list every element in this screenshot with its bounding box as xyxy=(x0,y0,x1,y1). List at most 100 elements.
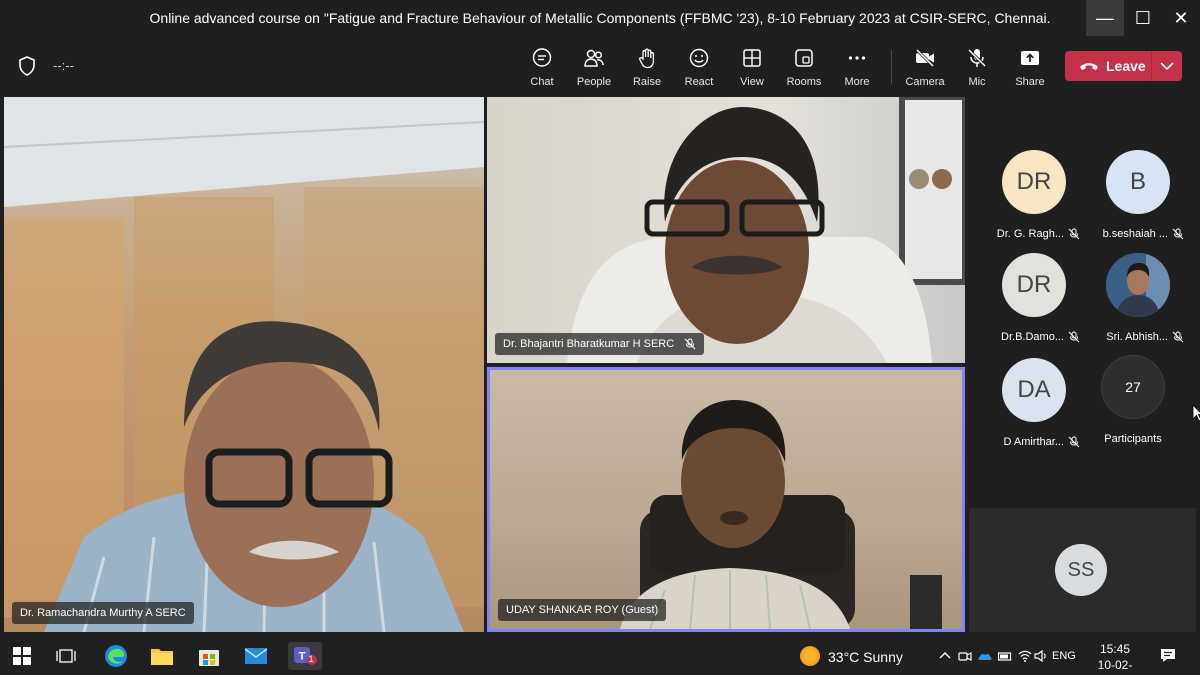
sun-icon[interactable] xyxy=(800,646,820,666)
mic-off-icon xyxy=(1068,436,1080,448)
store-icon xyxy=(199,650,219,666)
battery-icon[interactable] xyxy=(998,649,1012,663)
participant-name-tag: Dr. Bhajantri Bharatkumar H SERC xyxy=(495,333,705,355)
participant-item[interactable]: DA D Amirthar... xyxy=(974,358,1084,458)
camera-button[interactable]: Camera xyxy=(899,44,951,90)
avatar: DR xyxy=(1002,150,1066,214)
meeting-timer: --:-- xyxy=(53,58,74,73)
minimize-button[interactable]: — xyxy=(1086,0,1124,36)
participant-name: Sri. Abhish... xyxy=(1106,331,1168,343)
react-icon xyxy=(689,48,709,68)
video-feed-3 xyxy=(620,400,942,629)
video-feed-2 xyxy=(567,97,965,363)
folder-icon xyxy=(151,649,173,665)
view-button[interactable]: View xyxy=(726,44,778,90)
edge-taskbar-button[interactable] xyxy=(102,642,130,670)
task-view-button[interactable] xyxy=(52,642,80,670)
mic-off-icon xyxy=(1172,331,1184,343)
react-button[interactable]: React xyxy=(673,44,725,90)
teams-taskbar-button[interactable]: T 1 xyxy=(288,642,322,670)
camera-label: Camera xyxy=(905,76,945,88)
hang-up-icon xyxy=(1080,63,1098,70)
leave-button[interactable]: Leave xyxy=(1065,51,1182,81)
language-indicator[interactable]: ENG xyxy=(1052,650,1076,662)
leave-divider xyxy=(1151,51,1152,81)
avatar: DA xyxy=(1002,358,1066,422)
rooms-button[interactable]: Rooms xyxy=(778,44,830,90)
maximize-button[interactable]: ☐ xyxy=(1124,0,1162,36)
leave-label: Leave xyxy=(1106,58,1146,74)
wifi-icon[interactable] xyxy=(1018,649,1032,663)
teams-badge: 1 xyxy=(308,654,314,664)
rooms-icon xyxy=(795,49,813,67)
mouse-cursor-icon xyxy=(1192,404,1200,422)
participants-count[interactable]: 27 xyxy=(1101,355,1165,419)
participants-panel: DR Dr. G. Ragh... B b.seshaiah ... DR Dr… xyxy=(969,97,1200,505)
mail-button[interactable] xyxy=(242,642,270,670)
onedrive-icon[interactable] xyxy=(978,649,992,663)
mic-button[interactable]: Mic xyxy=(951,44,1003,90)
store-button[interactable] xyxy=(195,642,223,670)
task-view-icon xyxy=(56,649,76,663)
rooms-label: Rooms xyxy=(786,76,822,88)
raise-hand-icon xyxy=(639,48,655,69)
video-tile-uday[interactable]: UDAY SHANKAR ROY (Guest) xyxy=(487,367,965,632)
video-tile-bhajantri[interactable]: Dr. Bhajantri Bharatkumar H SERC xyxy=(487,97,965,363)
mic-off-icon xyxy=(967,48,987,68)
more-button[interactable]: More xyxy=(831,44,883,90)
windows-logo-icon xyxy=(13,647,31,665)
share-icon xyxy=(1021,51,1039,65)
weather-text[interactable]: 33°C Sunny xyxy=(828,649,903,665)
mail-icon xyxy=(244,648,268,664)
raise-label: Raise xyxy=(632,76,662,88)
avatar: B xyxy=(1106,150,1170,214)
more-icon xyxy=(848,56,866,60)
people-label: People xyxy=(576,76,612,88)
participant-name: Dr.B.Damo... xyxy=(1001,331,1064,343)
participant-item[interactable]: DR Dr. G. Ragh... xyxy=(974,150,1084,250)
camera-off-icon xyxy=(915,48,935,68)
self-avatar: SS xyxy=(1055,544,1107,596)
participant-name-tag: Dr. Ramachandra Murthy A SERC xyxy=(12,602,194,624)
mic-off-icon xyxy=(684,338,696,350)
participant-name: UDAY SHANKAR ROY (Guest) xyxy=(506,604,659,616)
people-button[interactable]: People xyxy=(568,44,620,90)
shield-icon[interactable] xyxy=(18,56,36,76)
participant-name-tag: UDAY SHANKAR ROY (Guest) xyxy=(498,599,667,621)
participant-name: D Amirthar... xyxy=(1003,436,1064,448)
chat-button[interactable]: Chat xyxy=(516,44,568,90)
avatar-photo xyxy=(1106,253,1170,317)
window-title: Online advanced course on "Fatigue and F… xyxy=(149,10,1051,26)
avatar: DR xyxy=(1002,253,1066,317)
raise-hand-button[interactable]: Raise xyxy=(621,44,673,90)
participants-label[interactable]: Participants xyxy=(1087,433,1179,445)
view-label: View xyxy=(740,76,764,88)
participant-item[interactable]: DR Dr.B.Damo... xyxy=(974,253,1084,353)
participant-name: b.seshaiah ... xyxy=(1102,228,1168,240)
mic-off-icon xyxy=(1172,228,1184,240)
taskbar-clock[interactable]: 15:45 10-02-2023 xyxy=(1085,641,1145,675)
participant-item[interactable]: Sri. Abhish... xyxy=(1078,253,1188,353)
toolbar-separator xyxy=(891,50,892,84)
video-tile-ramachandra[interactable]: Dr. Ramachandra Murthy A SERC xyxy=(4,97,484,632)
view-icon xyxy=(743,49,761,67)
self-view-tile[interactable]: SS xyxy=(969,508,1196,632)
participant-name: Dr. G. Ragh... xyxy=(996,228,1064,240)
file-explorer-button[interactable] xyxy=(148,642,176,670)
chat-icon xyxy=(532,48,552,67)
notifications-icon[interactable] xyxy=(1160,648,1176,663)
windows-taskbar: T 1 33°C Sunny ENG 15:45 10-02-2023 xyxy=(0,637,1200,675)
share-button[interactable]: Share xyxy=(1004,44,1056,90)
participant-item[interactable]: B b.seshaiah ... xyxy=(1078,150,1188,250)
mic-label: Mic xyxy=(968,76,986,88)
meet-now-icon[interactable] xyxy=(958,649,972,663)
chevron-up-icon[interactable] xyxy=(938,649,952,663)
participant-name: Dr. Bhajantri Bharatkumar H SERC xyxy=(503,338,675,350)
close-window-button[interactable]: ✕ xyxy=(1162,0,1200,36)
clock-time: 15:45 xyxy=(1099,642,1131,656)
start-button[interactable] xyxy=(8,642,36,670)
clock-date: 10-02-2023 xyxy=(1097,658,1133,675)
volume-icon[interactable] xyxy=(1034,649,1048,663)
people-icon xyxy=(584,49,604,67)
chevron-down-icon[interactable] xyxy=(1159,60,1175,72)
